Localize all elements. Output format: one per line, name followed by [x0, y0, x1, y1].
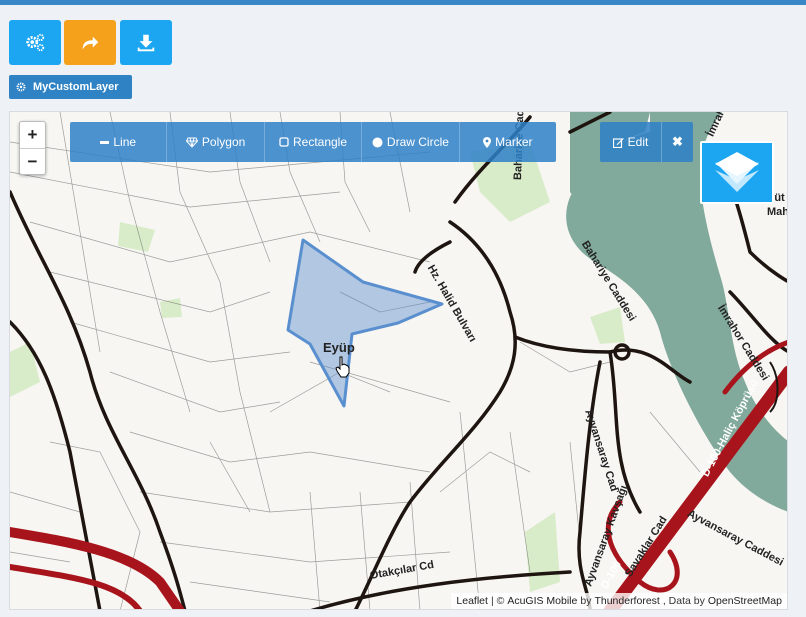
attribution-data-by: , Data by: [662, 595, 705, 607]
line-icon: [100, 140, 110, 144]
openstreetmap-link[interactable]: OpenStreetMap: [708, 595, 782, 607]
map-attribution: Leaflet | © AcuGIS Mobile by Thunderfore…: [451, 593, 787, 609]
share-icon: [82, 36, 99, 49]
download-icon: [137, 34, 155, 51]
draw-circle-button[interactable]: Draw Circle: [362, 122, 460, 162]
draw-line-label: Line: [113, 135, 137, 149]
draw-marker-button[interactable]: Marker: [460, 122, 556, 162]
draw-polygon-label: Polygon: [201, 135, 246, 149]
top-accent-bar: [0, 0, 806, 5]
zoom-control: + −: [19, 121, 46, 175]
gear-icon: [16, 82, 26, 92]
square-icon: [279, 137, 289, 147]
share-button[interactable]: [64, 20, 116, 65]
draw-polygon-button[interactable]: Polygon: [167, 122, 265, 162]
zoom-out-button[interactable]: −: [20, 148, 45, 174]
edit-label: Edit: [627, 135, 649, 149]
street-label-mah: Mah: [767, 206, 788, 218]
circle-icon: [372, 137, 383, 147]
draw-circle-label: Draw Circle: [386, 135, 449, 149]
zoom-in-button[interactable]: +: [20, 122, 45, 148]
acugis-link[interactable]: AcuGIS Mobile: [507, 595, 577, 607]
layer-tag-label: MyCustomLayer: [33, 81, 119, 93]
draw-line-button[interactable]: Line: [70, 122, 168, 162]
diamond-icon: [185, 137, 198, 148]
draw-marker-label: Marker: [495, 135, 533, 149]
attribution-by: by: [580, 595, 592, 607]
edit-icon: [612, 137, 624, 148]
settings-button[interactable]: [9, 20, 61, 65]
layer-tag-mycustomlayer[interactable]: MyCustomLayer: [9, 75, 132, 99]
place-label-eyup: Eyüp: [323, 340, 355, 355]
map-viewport[interactable]: Eyüp Hz. Halid Bulvarı Bahariye Cad Baha…: [9, 111, 788, 610]
layers-icon: [715, 151, 759, 192]
layers-button[interactable]: [700, 141, 774, 204]
draw-rectangle-label: Rectangle: [292, 135, 348, 149]
map-tiles: [10, 112, 787, 609]
download-button[interactable]: [120, 20, 172, 65]
gears-icon: [26, 33, 45, 51]
close-button[interactable]: ✖: [662, 122, 693, 162]
edit-button[interactable]: Edit: [600, 122, 662, 162]
thunderforest-link[interactable]: Thunderforest: [594, 595, 659, 607]
draw-toolbar: Line Polygon Rectangle Draw Circle Marke…: [70, 122, 556, 162]
map-marker-icon: [483, 136, 492, 148]
attribution-separator: | ©: [490, 595, 505, 607]
edit-toolbar: Edit ✖: [600, 122, 693, 162]
leaflet-link[interactable]: Leaflet: [456, 595, 488, 607]
hand-cursor-icon: [335, 356, 350, 378]
draw-rectangle-button[interactable]: Rectangle: [265, 122, 363, 162]
